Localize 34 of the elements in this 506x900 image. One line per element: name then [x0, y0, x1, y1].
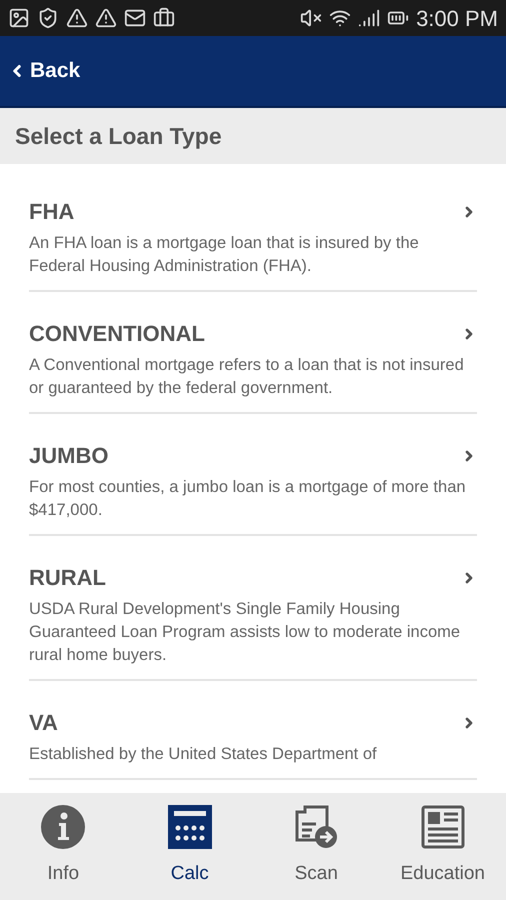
tab-button[interactable]: Scan — [253, 793, 380, 900]
section-title: Select a Loan Type — [15, 122, 222, 151]
loan-type-title: FHA — [29, 199, 74, 225]
briefcase-icon — [153, 7, 175, 29]
loan-type-title: CONVENTIONAL — [29, 321, 205, 347]
loan-type-item[interactable]: RURAL USDA Rural Development's Single Family Housing Guaranteed Loan Program assists low to moderate income rural home buyers. — [29, 536, 477, 681]
tab-button[interactable]: Calc — [126, 793, 253, 900]
info-icon — [40, 804, 86, 850]
warning-icon — [95, 7, 117, 29]
calculator-icon — [166, 804, 213, 850]
tab-button[interactable]: Education — [380, 793, 506, 900]
loan-type-description: An FHA loan is a mortgage loan that is insured by the Federal Housing Administration (FHA). — [29, 233, 420, 277]
loan-type-title: RURAL — [29, 565, 106, 591]
loan-type-item[interactable]: FHA An FHA loan is a mortgage loan that is insured by the Federal Housing Administration (FHA). — [29, 170, 477, 292]
shield-icon — [37, 7, 59, 29]
warning-icon — [66, 7, 88, 29]
loan-type-description: For most counties, a jumbo loan is a mortgage of more than $417,000. — [29, 477, 467, 521]
loan-type-item[interactable]: CONVENTIONAL A Conventional mortgage refers to a loan that is not insured or guaranteed by the federal government. — [29, 292, 477, 414]
tab-button[interactable]: Info — [0, 793, 126, 900]
loan-type-title: JUMBO — [29, 443, 108, 469]
picture-icon — [8, 7, 30, 29]
document-arrow-icon — [293, 804, 340, 850]
loan-type-item[interactable]: VA Established by the United States Department of — [29, 681, 477, 780]
signal-icon — [358, 7, 380, 29]
loan-type-item[interactable]: JUMBO For most counties, a jumbo loan is a mortgage of more than $417,000. — [29, 414, 477, 536]
status-time: 3:00 PM — [416, 4, 498, 32]
loan-type-title: VA — [29, 710, 58, 736]
back-button[interactable]: Back — [8, 55, 80, 87]
loan-type-description: Established by the United States Department of — [29, 744, 378, 765]
loan-type-description: USDA Rural Development's Single Family Housing Guaranteed Loan Program assists low to moderate income rural home buyers. — [29, 599, 462, 666]
mute-icon — [300, 7, 322, 29]
mail-icon — [124, 7, 146, 29]
loan-type-description: A Conventional mortgage refers to a loan that is not insured or guaranteed by the federal government. — [29, 355, 465, 399]
newspaper-icon — [420, 804, 466, 850]
